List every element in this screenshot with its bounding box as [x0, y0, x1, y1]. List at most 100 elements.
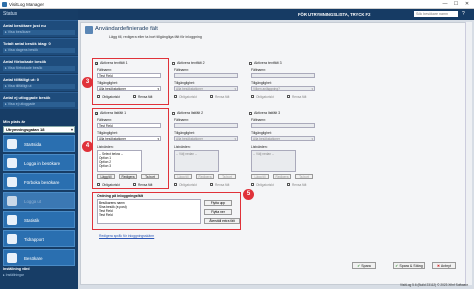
required-label: Obligatoriskt [179, 182, 197, 187]
list-field-2-checkbox[interactable] [172, 112, 175, 115]
stat-not-logged-out: Antal ej utloggade besök ▸ Visa ej utlog… [0, 92, 78, 109]
place-select[interactable]: Utrymningsgatan 18 ▾ [3, 126, 75, 133]
required-label: Obligatoriskt [256, 182, 274, 187]
highlight-box-4 [92, 108, 169, 189]
status-heading: Status [3, 11, 18, 17]
field-visibility-select[interactable]: Alla besökstationer ▾ [251, 136, 315, 141]
save-button[interactable]: ✔ Spara [352, 262, 376, 269]
clear-checkbox[interactable] [210, 95, 213, 98]
clear-checkbox[interactable] [287, 95, 290, 98]
stat-today-visits: Totalt antal besök idag: 0 ▸ Visa dagens… [0, 38, 78, 55]
stat-link[interactable]: ▸ Visa dagens besök [3, 48, 75, 53]
required-checkbox[interactable] [251, 95, 254, 98]
place-label: Min plats är [3, 119, 26, 124]
nav-label: Förboka besökare [24, 180, 60, 185]
badge-4: 4 [82, 141, 93, 152]
select-value: Alla besökstationer [176, 87, 203, 91]
nav-login-visitor[interactable]: Logga in besökare [3, 154, 75, 171]
nav-timereport[interactable]: Tidrapport [3, 230, 75, 247]
badge-5: 5 [243, 189, 254, 200]
stat-label: Totalt antal besök idag: 0 [3, 41, 51, 46]
settings-heading: Inställning vård [3, 267, 30, 271]
stat-label: Antal tillfälligt ut: 0 [3, 77, 39, 82]
place-value: Utrymningsgatan 18 [6, 127, 45, 132]
login-icon [7, 158, 17, 168]
stat-current-visitors: Antal besökare just nu ▸ Visa besökare [0, 20, 78, 37]
add-value-button[interactable]: Lägg till [174, 174, 192, 179]
text-field-3-checkbox[interactable] [249, 62, 252, 65]
dialog-scrollbar[interactable] [465, 22, 472, 285]
chevron-down-icon: ▾ [234, 137, 236, 141]
field-name-input[interactable] [174, 123, 238, 128]
settings-link[interactable]: ▸ Inställningar [3, 273, 24, 277]
clear-label: Rensa fält [215, 94, 230, 99]
logout-icon [7, 196, 17, 206]
stat-link[interactable]: ▸ Visa besökare [3, 30, 75, 35]
minimize-button[interactable]: — [440, 1, 450, 8]
list-item[interactable]: -- Välj nedan -- [176, 152, 217, 156]
maximize-button[interactable]: ☐ [451, 1, 461, 8]
list-field-3: Aktivera listfält 3 Fältnamn: Tillgängli… [249, 111, 319, 192]
field-name-label: Fältnamn: [174, 118, 190, 122]
list-item[interactable]: -- Välj nedan -- [253, 152, 294, 156]
dialog-subtitle: Lägg till, redigera eller ta bort tillgä… [109, 35, 202, 39]
field-visibility-select[interactable]: Alla besökstationer ▾ [174, 136, 238, 141]
stat-temporarily-out: Antal tillfälligt ut: 0 ▸ Visa tillfälli… [0, 74, 78, 91]
help-icon[interactable]: ? [462, 11, 469, 17]
field-visibility-label: Tillgänglighet: [174, 81, 195, 85]
stat-link[interactable]: ▸ Visa tillfälligt ut [3, 84, 75, 89]
field-visibility-label: Tillgänglighet: [251, 81, 272, 85]
edit-value-button[interactable]: Redigera [273, 174, 291, 179]
nav-label: Logga ut [24, 199, 42, 204]
stat-label: Antal besökare just nu [3, 23, 46, 28]
field-name-input[interactable] [251, 73, 315, 78]
field-name-input[interactable] [174, 73, 238, 78]
stat-link[interactable]: ▸ Visa förbokade besök [3, 66, 75, 71]
chevron-down-icon: ▾ [311, 137, 313, 141]
nav-prebook[interactable]: Förboka besökare [3, 173, 75, 190]
cancel-button[interactable]: ✖ Avbryt [432, 262, 456, 269]
clear-checkbox[interactable] [287, 183, 290, 186]
field-title: Aktivera textfält 3 [254, 61, 282, 65]
search-input[interactable]: Sök besökare namn [414, 11, 458, 17]
sidebar: Status Antal besökare just nu ▸ Visa bes… [0, 9, 78, 289]
nav-label: Besökare [24, 256, 43, 261]
add-value-button[interactable]: Lägg till [251, 174, 269, 179]
nav-logout: Logga ut [3, 192, 75, 209]
required-checkbox[interactable] [174, 95, 177, 98]
select-value: Alla besökstationer [253, 137, 280, 141]
list-values-box[interactable]: -- Välj nedan -- [174, 150, 219, 172]
edit-login-language-link[interactable]: Redigera språk för inloggningsskärm [99, 234, 154, 238]
save-label: Spara [361, 264, 371, 268]
stat-label: Antal förbokade besök [3, 59, 47, 64]
clock-icon [7, 234, 17, 244]
field-visibility-select[interactable]: Alla besökstationer ▾ [174, 86, 238, 91]
save-close-button[interactable]: ✔ Spara & Stäng [393, 262, 425, 269]
nav-home[interactable]: Startsida [3, 135, 75, 152]
field-title: Aktivera listfält 3 [254, 111, 281, 115]
list-values-box[interactable]: -- Välj nedan -- [251, 150, 296, 172]
remove-value-button[interactable]: Ta bort [295, 174, 313, 179]
close-button[interactable]: ✕ [462, 1, 472, 8]
text-field-2-checkbox[interactable] [172, 62, 175, 65]
clear-checkbox[interactable] [210, 183, 213, 186]
list-values-label: Listvärden: [251, 145, 268, 149]
nav-label: Logga in besökare [24, 161, 61, 166]
list-field-3-checkbox[interactable] [249, 112, 252, 115]
stat-link[interactable]: ▸ Visa ej utloggade [3, 102, 75, 107]
edit-value-button[interactable]: Redigera [196, 174, 214, 179]
cancel-label: Avbryt [440, 264, 451, 268]
nav-statistics[interactable]: Statistik [3, 211, 75, 228]
save-close-label: Spara & Stäng [399, 264, 423, 268]
nav-visitors[interactable]: Besökare [3, 249, 75, 266]
chevron-down-icon: ▾ [311, 87, 313, 91]
required-checkbox[interactable] [174, 183, 177, 186]
remove-value-button[interactable]: Ta bort [218, 174, 236, 179]
window-title: VisitLog Manager [9, 2, 44, 7]
highlight-box-3 [92, 58, 169, 105]
nav-label: Tidrapport [24, 237, 44, 242]
required-label: Obligatoriskt [256, 94, 274, 99]
field-name-input[interactable] [251, 123, 315, 128]
required-checkbox[interactable] [251, 183, 254, 186]
field-visibility-select[interactable]: Vilken anläggning? ▾ [251, 86, 315, 91]
